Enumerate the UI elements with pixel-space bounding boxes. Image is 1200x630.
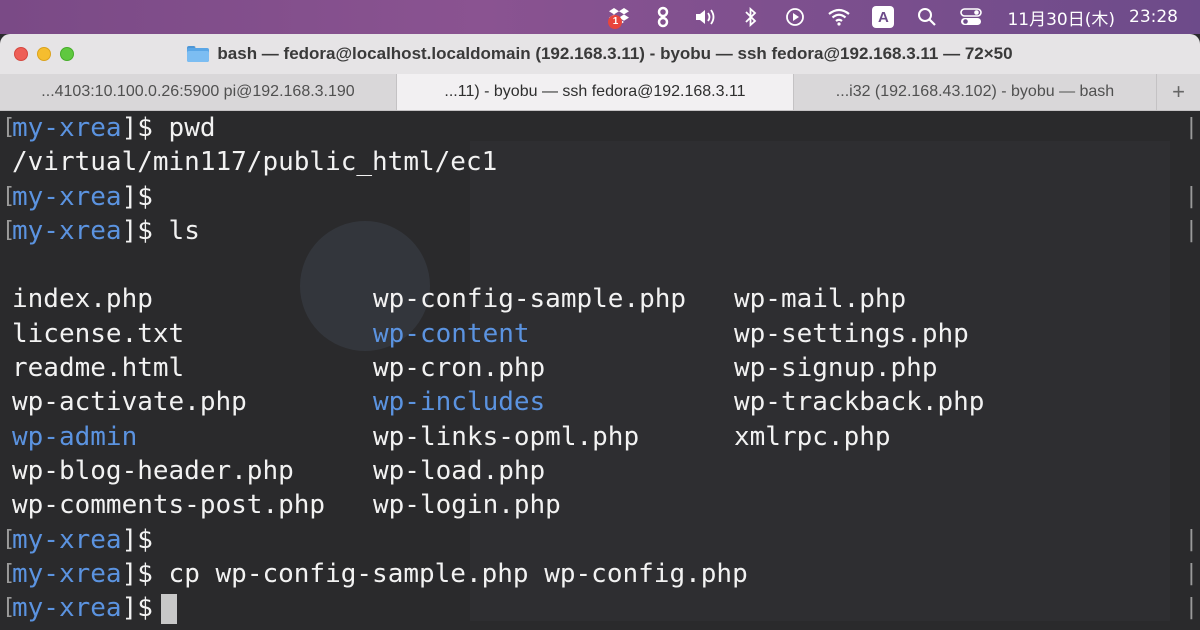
window-titlebar[interactable]: bash — fedora@localhost.localdomain (192… [0, 34, 1200, 74]
prompt-suffix: ]$ [121, 181, 153, 212]
left-border: [ [2, 595, 16, 621]
close-button[interactable] [14, 47, 28, 61]
ls-directory: wp-includes [373, 387, 546, 418]
ls-directory: wp-admin [12, 421, 138, 452]
play-icon[interactable] [773, 0, 817, 34]
ls-file [734, 454, 1095, 488]
tab-byobu-bash[interactable]: ...i32 (192.168.43.102) - byobu — bash [794, 74, 1157, 110]
ls-file: wp-blog-header.php [12, 455, 294, 486]
ls-file: wp-links-opml.php [373, 421, 640, 452]
prompt-suffix: ]$ [121, 593, 153, 624]
prompt-suffix: ]$ [121, 558, 169, 589]
ime-icon[interactable]: A [872, 6, 895, 28]
ls-row: license.txt wp-content wp-settings.php [0, 317, 1200, 351]
window-controls [0, 47, 74, 61]
right-border: | [1184, 526, 1198, 552]
ls-file: wp-comments-post.php [12, 490, 326, 521]
tab-bar: ...4103:10.100.0.26:5900 pi@192.168.3.19… [0, 74, 1200, 111]
folder-icon [187, 46, 210, 62]
ls-file: index.php [12, 284, 153, 315]
menu-bar: 1 A 11月30日(木) 23:28 [0, 0, 1200, 34]
menubar-date[interactable]: 11月30日(木) [1007, 0, 1115, 34]
menubar-time[interactable]: 23:28 [1129, 0, 1178, 34]
right-border: | [1184, 595, 1198, 621]
new-tab-button[interactable]: + [1157, 74, 1200, 110]
control-center-icon[interactable] [949, 0, 993, 34]
left-border: [ [2, 183, 16, 209]
ls-row: wp-admin wp-links-opml.php xmlrpc.php [0, 420, 1200, 454]
prompt-suffix: ]$ [121, 215, 169, 246]
ls-file: wp-login.php [373, 490, 561, 521]
right-border: | [1184, 560, 1198, 586]
search-icon[interactable] [905, 0, 949, 34]
text-cursor [160, 593, 177, 624]
left-border: [ [2, 217, 16, 243]
wifi-icon[interactable] [817, 0, 861, 34]
ls-file: wp-trackback.php [734, 387, 985, 418]
ls-file: wp-load.php [373, 455, 546, 486]
prompt-line: [my-xrea]$ | [0, 591, 1200, 625]
minimize-button[interactable] [37, 47, 51, 61]
ls-file: wp-signup.php [734, 353, 938, 384]
prompt-line: [my-xrea]$ pwd | [0, 111, 1200, 145]
ls-file: wp-mail.php [734, 284, 907, 315]
ls-file [734, 488, 1095, 522]
ls-file: wp-cron.php [373, 353, 546, 384]
prompt-line: [my-xrea]$ | [0, 523, 1200, 557]
prompt-suffix: ]$ [121, 113, 169, 143]
ls-row: wp-blog-header.php wp-load.php [0, 454, 1200, 488]
ls-file: wp-settings.php [734, 318, 969, 349]
prompt-suffix: ]$ [121, 524, 153, 555]
prompt-host: my-xrea [12, 215, 122, 246]
ls-row: index.php wp-config-sample.php wp-mail.php [0, 282, 1200, 316]
prompt-line: [my-xrea]$ cp wp-config-sample.php wp-co… [0, 557, 1200, 591]
terminal-view[interactable]: [my-xrea]$ pwd |/virtual/min117/public_ht… [0, 111, 1200, 630]
prompt-command: pwd [168, 113, 216, 143]
tab-vnc[interactable]: ...4103:10.100.0.26:5900 pi@192.168.3.19… [0, 74, 397, 110]
ls-directory: wp-content [373, 318, 530, 349]
window-title: bash — fedora@localhost.localdomain (192… [217, 44, 1013, 63]
terminal-output: [my-xrea]$ pwd |/virtual/min117/public_ht… [0, 111, 1200, 625]
ls-row: wp-comments-post.php wp-login.php [0, 488, 1200, 522]
ls-row: readme.html wp-cron.php wp-signup.php [0, 351, 1200, 385]
left-border: [ [2, 115, 16, 140]
tab-fedora-active[interactable]: ...11) - byobu — ssh fedora@192.168.3.11 [397, 74, 794, 110]
ls-file: license.txt [12, 318, 185, 349]
right-border: | [1184, 115, 1198, 140]
evernote-icon[interactable] [641, 0, 685, 34]
prompt-host: my-xrea [12, 113, 122, 143]
prompt-host: my-xrea [12, 593, 122, 624]
prompt-line: [my-xrea]$ ls | [0, 214, 1200, 248]
prompt-host: my-xrea [12, 181, 122, 212]
prompt-host: my-xrea [12, 558, 122, 589]
prompt-command: cp wp-config-sample.php wp-config.php [168, 558, 748, 589]
left-border: [ [2, 560, 16, 586]
window-title-group: bash — fedora@localhost.localdomain (192… [0, 34, 1200, 74]
prompt-host: my-xrea [12, 524, 122, 555]
bluetooth-icon[interactable] [729, 0, 773, 34]
prompt-command: ls [168, 215, 200, 246]
ls-file: wp-activate.php [12, 387, 247, 418]
right-border: | [1184, 183, 1198, 209]
volume-icon[interactable] [685, 0, 729, 34]
ls-file: readme.html [12, 353, 185, 384]
output-line: /virtual/min117/public_html/ec1 [12, 147, 498, 178]
right-border: | [1184, 217, 1198, 243]
ls-file: xmlrpc.php [734, 421, 891, 452]
left-border: [ [2, 526, 16, 552]
zoom-button[interactable] [60, 47, 74, 61]
ls-file: wp-config-sample.php [373, 284, 687, 315]
ls-row: wp-activate.php wp-includes wp-trackback.p… [0, 385, 1200, 419]
dropbox-icon[interactable]: 1 [597, 0, 641, 34]
prompt-line: [my-xrea]$ | [0, 180, 1200, 214]
